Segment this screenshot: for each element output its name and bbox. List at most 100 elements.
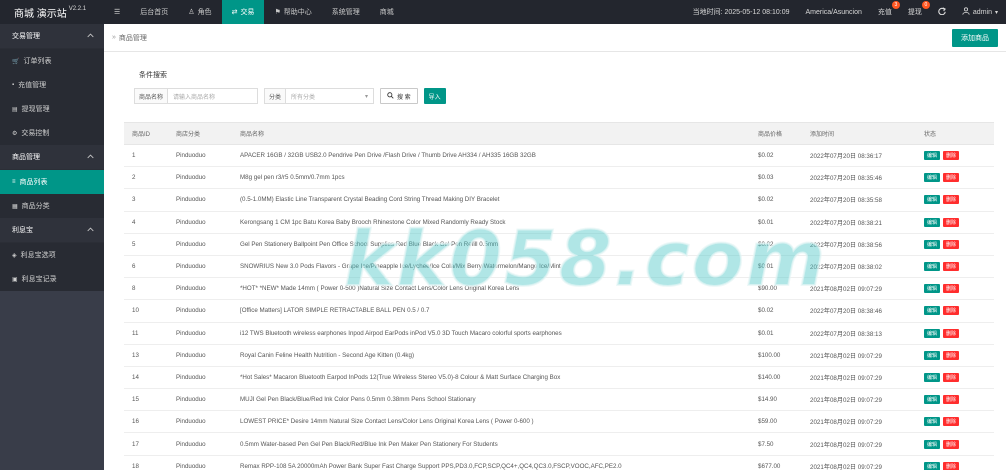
withdraw-label: 提现: [907, 9, 922, 16]
delete-button[interactable]: 删除: [943, 239, 960, 249]
sidebar-item-2-1[interactable]: ▣ 利息宝记录: [0, 267, 104, 291]
category-select[interactable]: 所有分类 ▾: [286, 89, 373, 103]
table-cell: $100.00: [750, 344, 802, 367]
nav-trade-label: 交易: [240, 9, 255, 16]
table-row: 6 Pinduoduo SNOWRIUS New 3.0 Pods Flavors …: [124, 255, 994, 279]
refresh-button[interactable]: [930, 0, 954, 24]
row-actions: 编辑 删除: [916, 366, 994, 390]
sidebar-item-0-0[interactable]: 🛒 订单列表: [0, 49, 104, 73]
recharge-badge: 3: [891, 1, 900, 9]
delete-button[interactable]: 删除: [943, 284, 960, 294]
sidebar-item-1-1[interactable]: ▦ 商品分类: [0, 194, 104, 218]
edit-button[interactable]: 编辑: [924, 284, 941, 294]
product-name-input[interactable]: 请输入商品名称: [168, 89, 220, 103]
delete-button[interactable]: 删除: [943, 306, 960, 316]
edit-button[interactable]: 编辑: [924, 151, 941, 161]
withdraw-button[interactable]: 提现 0: [900, 0, 930, 24]
column-header: 商品价格: [750, 122, 802, 145]
delete-button[interactable]: 删除: [943, 350, 960, 360]
delete-button[interactable]: 删除: [943, 217, 960, 227]
search-button[interactable]: 搜 索: [380, 88, 418, 104]
delete-button[interactable]: 删除: [943, 173, 960, 183]
column-header: 商品ID: [124, 122, 168, 145]
table-cell: 2022年07月20日 08:38:21: [802, 211, 916, 234]
row-actions: 编辑 删除: [916, 188, 994, 212]
search-icon: [387, 91, 394, 101]
edit-button[interactable]: 编辑: [924, 195, 941, 205]
sidebar: 交易管理 🛒 订单列表 ▪ 充值管理 ▤ 提现管理 ⚙ 交易控制 商品管理 ≡ 商品列表 ▦ 商品分类 利息…: [0, 24, 104, 470]
edit-button[interactable]: 编辑: [924, 372, 941, 382]
category-field: 分类 所有分类 ▾: [264, 88, 374, 104]
sidebar-item-0-1[interactable]: ▪ 充值管理: [0, 73, 104, 97]
table-cell: 4: [124, 211, 168, 234]
delete-button[interactable]: 删除: [943, 195, 960, 205]
recharge-button[interactable]: 充值 3: [870, 0, 900, 24]
nav-mall[interactable]: 商城: [370, 0, 404, 24]
edit-button[interactable]: 编辑: [924, 217, 941, 227]
table-cell: $0.01: [750, 211, 802, 234]
menu-toggle[interactable]: ☰: [104, 0, 130, 24]
table-cell: 11: [124, 322, 168, 345]
table-cell: $0.01: [750, 255, 802, 279]
delete-button[interactable]: 删除: [943, 439, 960, 449]
edit-button[interactable]: 编辑: [924, 439, 941, 449]
edit-button[interactable]: 编辑: [924, 239, 941, 249]
delete-button[interactable]: 删除: [943, 395, 960, 405]
delete-button[interactable]: 删除: [943, 461, 960, 470]
nav-role[interactable]: ♙ 角色: [178, 0, 221, 24]
table-row: 8 Pinduoduo *HOT* *NEW* Made 14mm ( Power …: [124, 277, 994, 301]
delete-button[interactable]: 删除: [943, 417, 960, 427]
sidebar-item-0-2[interactable]: ▤ 提现管理: [0, 97, 104, 121]
sidebar-item-0-3[interactable]: ⚙ 交易控制: [0, 121, 104, 145]
withdraw-icon: ▤: [12, 106, 18, 113]
sidebar-item-label: 提现管理: [21, 106, 50, 113]
edit-button[interactable]: 编辑: [924, 306, 941, 316]
nav-system[interactable]: 系统管理: [322, 0, 370, 24]
sidebar-item-2-0[interactable]: ◈ 利息宝选项: [0, 243, 104, 267]
edit-button[interactable]: 编辑: [924, 328, 941, 338]
edit-button[interactable]: 编辑: [924, 350, 941, 360]
nav-help-label: 帮助中心: [283, 9, 312, 16]
timezone-label: America/Asuncion: [805, 8, 862, 16]
edit-button[interactable]: 编辑: [924, 417, 941, 427]
table-cell: [Office Matters] LATOR SIMPLE RETRACTABL…: [232, 299, 750, 323]
delete-button[interactable]: 删除: [943, 262, 960, 272]
table-cell: 17: [124, 432, 168, 456]
delete-button[interactable]: 删除: [943, 372, 960, 382]
table-cell: SNOWRIUS New 3.0 Pods Flavors - Grape Ic…: [232, 255, 750, 279]
table-row: 11 Pinduoduo i12 TWS Bluetooth wireless ea…: [124, 322, 994, 345]
table-cell: Pinduoduo: [168, 344, 232, 367]
brand-logo[interactable]: 商城 演示站 V2.2.1: [0, 0, 104, 24]
chevron-up-icon: [87, 227, 94, 234]
sidebar-item-label: 交易控制: [21, 130, 50, 137]
sidebar-item-label: 商品分类: [21, 203, 50, 210]
edit-button[interactable]: 编辑: [924, 461, 941, 470]
import-button[interactable]: 导入: [423, 88, 446, 104]
user-menu[interactable]: admin ▾: [954, 0, 1006, 24]
add-product-button[interactable]: 添加商品: [952, 29, 998, 47]
edit-button[interactable]: 编辑: [924, 173, 941, 183]
table-cell: 6: [124, 255, 168, 279]
sidebar-group-0[interactable]: 交易管理: [0, 24, 104, 49]
row-actions: 编辑 删除: [916, 322, 994, 345]
table-cell: $14.90: [750, 388, 802, 412]
search-row: 商品名称 请输入商品名称 分类 所有分类 ▾ 搜 索 导入: [134, 88, 446, 104]
nav-trade[interactable]: ⇄ 交易: [221, 0, 265, 24]
chevron-up-icon: [87, 154, 94, 161]
sidebar-item-1-0[interactable]: ≡ 商品列表: [0, 170, 104, 194]
row-actions: 编辑 删除: [916, 432, 994, 456]
edit-button[interactable]: 编辑: [924, 262, 941, 272]
edit-button[interactable]: 编辑: [924, 395, 941, 405]
table-cell: Royal Canin Feline Health Nutrition - Se…: [232, 344, 750, 367]
sidebar-group-2[interactable]: 利息宝: [0, 218, 104, 243]
nav-system-label: 系统管理: [331, 9, 360, 16]
sidebar-group-1[interactable]: 商品管理: [0, 145, 104, 170]
nav-help[interactable]: ⚑ 帮助中心: [264, 0, 321, 24]
delete-button[interactable]: 删除: [943, 328, 960, 338]
local-time: 当地时间: 2025-05-12 08:10:09: [685, 0, 798, 24]
top-right-area: 当地时间: 2025-05-12 08:10:09 America/Asunci…: [685, 0, 1006, 24]
row-actions: 编辑 删除: [916, 410, 994, 434]
delete-button[interactable]: 删除: [943, 151, 960, 161]
table-cell: 2022年07月20日 08:35:58: [802, 188, 916, 212]
nav-home[interactable]: 后台首页: [130, 0, 178, 24]
